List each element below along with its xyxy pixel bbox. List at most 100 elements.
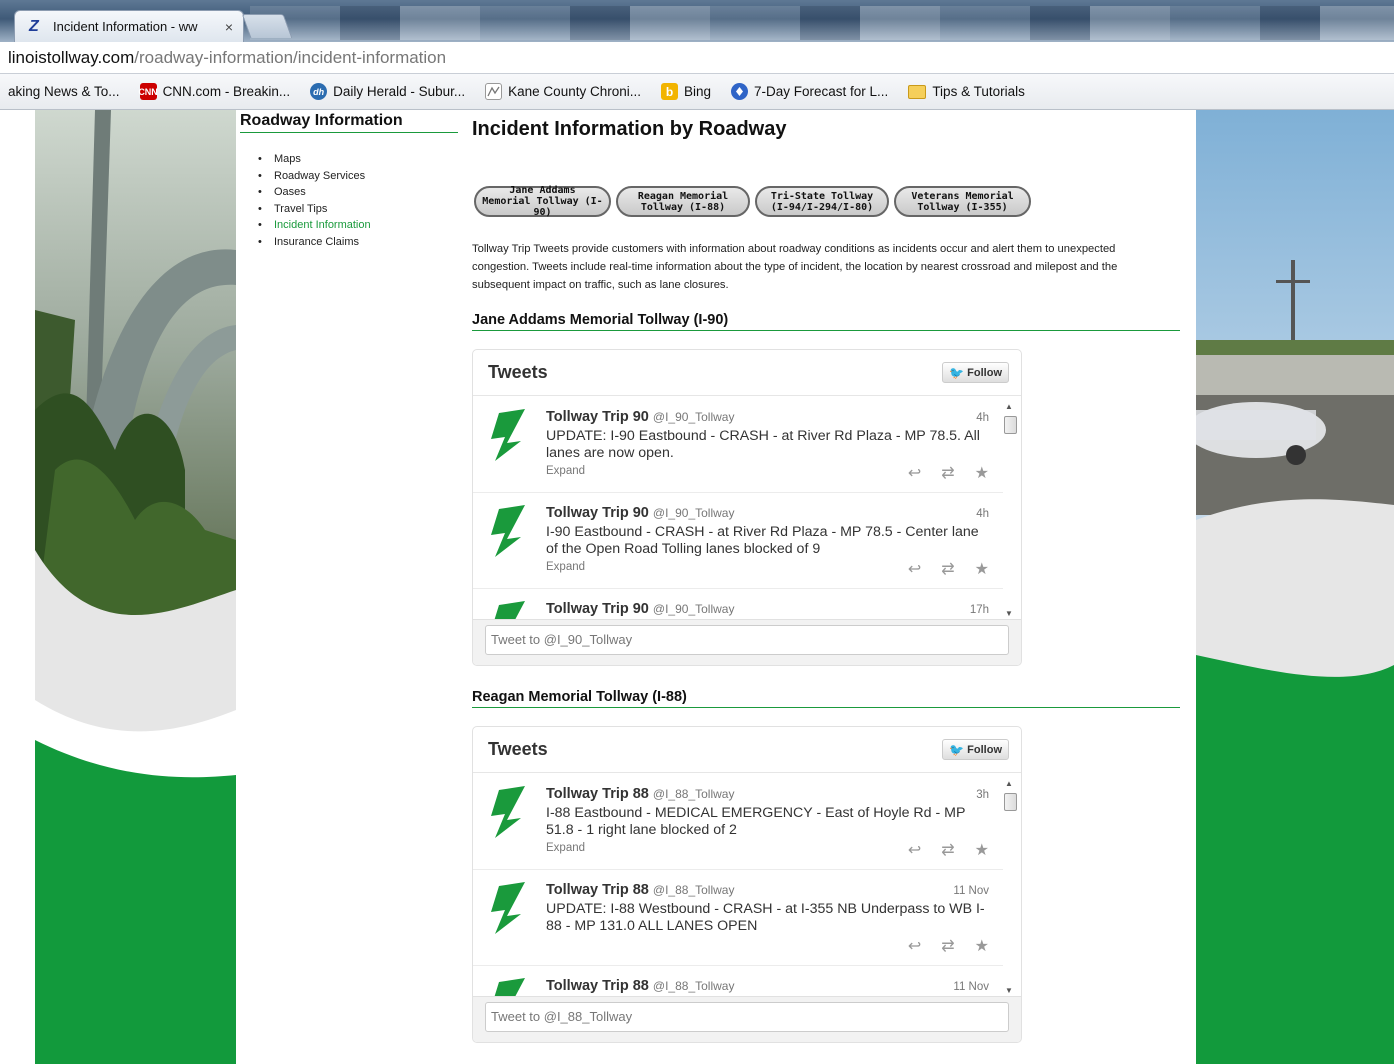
author-handle: @I_88_Tollway: [652, 883, 735, 897]
address-bar[interactable]: linoistollway.com/roadway-information/in…: [0, 42, 1394, 74]
weather-icon: [731, 83, 749, 100]
sidebar-item-maps[interactable]: Maps: [258, 151, 458, 168]
bookmark-bing[interactable]: b Bing: [660, 83, 711, 100]
tweet-list-scrollbar[interactable]: ▲ ▼: [1003, 402, 1017, 618]
author-name: Tollway Trip 90: [546, 409, 649, 425]
scrollbar-thumb[interactable]: [1004, 416, 1017, 434]
bookmark-breaking-news[interactable]: aking News & To...: [8, 84, 120, 99]
tweet-author[interactable]: Tollway Trip 90 @I_90_Tollway: [546, 409, 734, 425]
scroll-up-arrow-icon[interactable]: ▲: [1005, 402, 1013, 411]
sidebar-item-insurance-claims[interactable]: Insurance Claims: [258, 234, 458, 251]
tollway-logo-avatar[interactable]: [485, 599, 529, 621]
author-name: Tollway Trip 90: [546, 601, 649, 617]
retweet-icon[interactable]: ⇄: [941, 463, 954, 483]
tweet-author[interactable]: Tollway Trip 88 @I_88_Tollway: [546, 786, 734, 802]
bookmark-folder-tips[interactable]: Tips & Tutorials: [908, 84, 1025, 99]
favorite-star-icon[interactable]: ★: [975, 559, 989, 579]
button-line: Tri-State Tollway: [770, 190, 874, 202]
retweet-icon[interactable]: ⇄: [941, 559, 954, 579]
tweet-time[interactable]: 4h: [976, 412, 989, 424]
reply-icon[interactable]: ↩: [908, 559, 921, 579]
favorite-star-icon[interactable]: ★: [975, 936, 989, 956]
new-tab-button[interactable]: [241, 14, 293, 38]
tweet-item[interactable]: Tollway Trip 88 @I_88_Tollway 3h I-88 Ea…: [473, 774, 1003, 870]
tweet-time[interactable]: 3h: [976, 789, 989, 801]
author-handle: @I_90_Tollway: [652, 410, 735, 424]
favorite-star-icon[interactable]: ★: [975, 840, 989, 860]
browser-tab-strip: Z Incident Information - ww ×: [0, 0, 1394, 42]
tweet-item[interactable]: Tollway Trip 88 @I_88_Tollway 11 Nov UPD…: [473, 870, 1003, 966]
tab-title: Incident Information - ww: [53, 19, 198, 34]
tweet-list[interactable]: Tollway Trip 90 @I_90_Tollway 4h UPDATE:…: [473, 397, 1003, 621]
tollway-logo-avatar[interactable]: [485, 407, 529, 463]
tollway-logo-avatar[interactable]: [485, 880, 529, 936]
tollway-logo-avatar[interactable]: [485, 503, 529, 559]
scroll-down-arrow-icon[interactable]: ▼: [1005, 609, 1013, 618]
roadway-button-i355[interactable]: Veterans Memorial Tollway (I-355): [894, 186, 1031, 217]
follow-button[interactable]: 🐦 Follow: [942, 362, 1009, 383]
retweet-icon[interactable]: ⇄: [941, 840, 954, 860]
tweet-author[interactable]: Tollway Trip 88 @I_88_Tollway: [546, 882, 734, 898]
follow-label: Follow: [967, 366, 1002, 379]
tweet-actions: ↩ ⇄ ★: [908, 840, 989, 860]
tweet-time[interactable]: 11 Nov: [953, 885, 989, 897]
tweet-time[interactable]: 4h: [976, 508, 989, 520]
author-name: Tollway Trip 88: [546, 978, 649, 994]
roadway-button-i88[interactable]: Reagan Memorial Tollway (I-88): [616, 186, 750, 217]
roadway-button-tri-state[interactable]: Tri-State Tollway (I-94/I-294/I-80): [755, 186, 889, 217]
tollway-logo-avatar[interactable]: [485, 976, 529, 998]
sidebar-item-incident-information[interactable]: Incident Information: [258, 217, 458, 234]
bookmark-daily-herald[interactable]: dh Daily Herald - Subur...: [310, 83, 465, 100]
tweet-item[interactable]: Tollway Trip 90 @I_90_Tollway 4h UPDATE:…: [473, 397, 1003, 493]
author-name: Tollway Trip 90: [546, 505, 649, 521]
retweet-icon[interactable]: ⇄: [941, 936, 954, 956]
tweets-widget-i88: Tweets 🐦 Follow Tollway Trip 88 @I_88_Tol…: [472, 726, 1022, 1043]
twitter-bird-icon: 🐦: [949, 742, 965, 757]
close-tab-icon[interactable]: ×: [225, 19, 233, 35]
bookmark-weather[interactable]: 7-Day Forecast for L...: [731, 83, 888, 100]
scrollbar-thumb[interactable]: [1004, 793, 1017, 811]
expand-link[interactable]: Expand: [546, 465, 585, 477]
scroll-up-arrow-icon[interactable]: ▲: [1005, 779, 1013, 788]
follow-label: Follow: [967, 743, 1002, 756]
browser-tab[interactable]: Z Incident Information - ww ×: [14, 10, 244, 42]
tweet-to-input[interactable]: Tweet to @I_88_Tollway: [485, 1002, 1009, 1032]
tweet-item[interactable]: Tollway Trip 90 @I_90_Tollway 17h: [473, 589, 1003, 621]
sidebar-menu: Maps Roadway Services Oases Travel Tips …: [240, 151, 458, 250]
tweet-to-input[interactable]: Tweet to @I_90_Tollway: [485, 625, 1009, 655]
button-line: Tollway (I-88): [640, 201, 726, 213]
tweet-list-scrollbar[interactable]: ▲ ▼: [1003, 779, 1017, 995]
widget-title: Tweets: [488, 362, 548, 382]
follow-button[interactable]: 🐦 Follow: [942, 739, 1009, 760]
expand-link[interactable]: Expand: [546, 561, 585, 573]
scroll-down-arrow-icon[interactable]: ▼: [1005, 986, 1013, 995]
button-line: Reagan Memorial: [637, 190, 729, 202]
bookmark-kane-county[interactable]: Kane County Chroni...: [485, 83, 641, 100]
tweet-time[interactable]: 11 Nov: [953, 981, 989, 993]
bookmark-cnn[interactable]: CNN CNN.com - Breakin...: [138, 83, 290, 100]
tweet-time[interactable]: 17h: [970, 604, 989, 616]
sidebar-item-oases[interactable]: Oases: [258, 184, 458, 201]
main-content: Incident Information by Roadway Jane Add…: [472, 118, 1182, 1043]
tweet-list[interactable]: Tollway Trip 88 @I_88_Tollway 3h I-88 Ea…: [473, 774, 1003, 998]
expand-link[interactable]: Expand: [546, 842, 585, 854]
tweet-actions: ↩ ⇄ ★: [908, 463, 989, 483]
reply-icon[interactable]: ↩: [908, 840, 921, 860]
widget-header: Tweets 🐦 Follow: [473, 350, 1021, 396]
sidebar-title: Roadway Information: [240, 112, 458, 133]
tweet-item[interactable]: Tollway Trip 90 @I_90_Tollway 4h I-90 Ea…: [473, 493, 1003, 589]
reply-icon[interactable]: ↩: [908, 936, 921, 956]
tweet-item[interactable]: Tollway Trip 88 @I_88_Tollway 11 Nov: [473, 966, 1003, 998]
favorite-star-icon[interactable]: ★: [975, 463, 989, 483]
roadway-button-i90[interactable]: Jane Addams Memorial Tollway (I-90): [474, 185, 611, 218]
cnn-icon: CNN: [138, 83, 158, 100]
sidebar-item-travel-tips[interactable]: Travel Tips: [258, 201, 458, 218]
reply-icon[interactable]: ↩: [908, 463, 921, 483]
tollway-favicon-icon: Z: [29, 17, 39, 35]
tweet-author[interactable]: Tollway Trip 90 @I_90_Tollway: [546, 505, 734, 521]
sidebar-item-roadway-services[interactable]: Roadway Services: [258, 168, 458, 185]
tweet-author[interactable]: Tollway Trip 88 @I_88_Tollway: [546, 978, 734, 994]
bookmark-label: aking News & To...: [8, 84, 120, 99]
tweet-author[interactable]: Tollway Trip 90 @I_90_Tollway: [546, 601, 734, 617]
tollway-logo-avatar[interactable]: [485, 784, 529, 840]
